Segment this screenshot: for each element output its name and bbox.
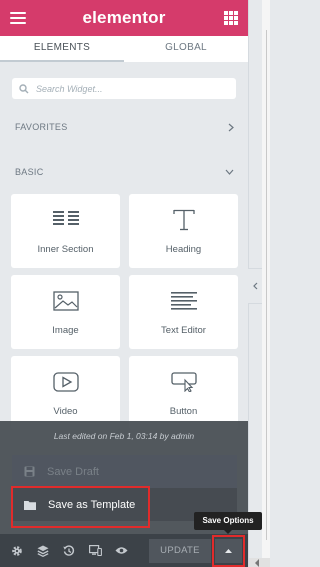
- save-options-button[interactable]: [215, 539, 242, 563]
- scroll-left-arrow-icon: [255, 559, 259, 567]
- save-as-template-label: Save as Template: [48, 498, 136, 511]
- chevron-left-icon: [252, 282, 257, 290]
- tab-elements[interactable]: ELEMENTS: [0, 36, 124, 62]
- heading-icon: [172, 209, 195, 231]
- navigator-icon[interactable]: [30, 534, 56, 567]
- tab-global[interactable]: GLOBAL: [124, 36, 248, 62]
- image-icon: [52, 291, 79, 311]
- elementor-logo: elementor: [82, 8, 166, 27]
- widget-label: Text Editor: [161, 325, 206, 336]
- widget-label: Inner Section: [37, 244, 94, 255]
- category-favorites[interactable]: FAVORITES: [0, 112, 248, 142]
- widget-label: Heading: [165, 244, 202, 255]
- widget-label: Image: [52, 325, 79, 336]
- text-editor-icon: [170, 292, 197, 310]
- update-button[interactable]: UPDATE: [149, 539, 211, 563]
- widget-heading[interactable]: Heading: [129, 194, 238, 268]
- save-options-tooltip: Save Options: [194, 512, 262, 534]
- collapse-panel-button[interactable]: [248, 268, 263, 304]
- widget-video[interactable]: Video: [11, 356, 120, 430]
- search-icon: [19, 83, 29, 93]
- panel-header: elementor: [0, 0, 248, 36]
- chevron-right-icon: [228, 123, 234, 131]
- video-icon: [52, 372, 79, 392]
- panel-tabs: ELEMENTS GLOBAL: [0, 36, 248, 62]
- widget-label: Button: [169, 406, 198, 417]
- widget-inner-section[interactable]: Inner Section: [11, 194, 120, 268]
- responsive-mode-icon[interactable]: [82, 534, 108, 567]
- elementor-panel: elementor ELEMENTS GLOBAL FAVORITES BASI…: [0, 0, 262, 567]
- settings-icon[interactable]: [4, 534, 30, 567]
- button-icon: [170, 372, 197, 392]
- horizontal-scrollbar[interactable]: [249, 558, 270, 567]
- search-widget-box[interactable]: [12, 78, 236, 99]
- search-input[interactable]: [34, 82, 228, 95]
- history-icon[interactable]: [56, 534, 82, 567]
- menu-icon[interactable]: [10, 11, 26, 25]
- save-draft-icon: [24, 466, 35, 477]
- widget-button[interactable]: Button: [129, 356, 238, 430]
- category-basic[interactable]: BASIC: [0, 157, 248, 187]
- widget-label: Video: [53, 406, 78, 417]
- category-label: FAVORITES: [15, 122, 68, 132]
- preview-icon[interactable]: [108, 534, 134, 567]
- widgets-grid-icon[interactable]: [224, 11, 238, 25]
- save-draft-label: Save Draft: [47, 465, 99, 478]
- category-label: BASIC: [15, 167, 44, 177]
- widget-image[interactable]: Image: [11, 275, 120, 349]
- caret-up-icon: [225, 549, 232, 553]
- inner-section-icon: [52, 211, 79, 225]
- preview-canvas-edge: [262, 0, 270, 567]
- save-draft-button[interactable]: Save Draft: [12, 455, 237, 488]
- widget-text-editor[interactable]: Text Editor: [129, 275, 238, 349]
- folder-icon: [24, 500, 36, 510]
- chevron-down-icon: [225, 169, 234, 175]
- last-edited-text: Last edited on Feb 1, 03:14 by admin: [53, 431, 195, 441]
